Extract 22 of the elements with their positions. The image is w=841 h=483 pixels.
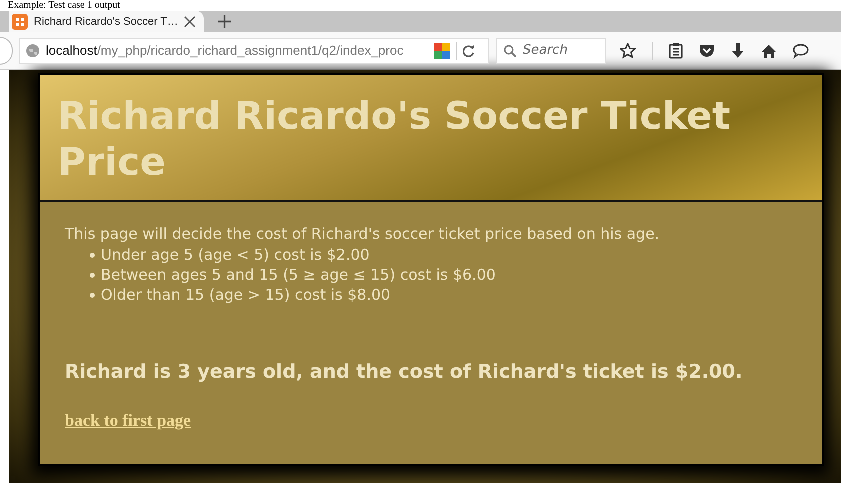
price-item: Under age 5 (age < 5) cost is $2.00 bbox=[90, 245, 797, 265]
clipboard-icon[interactable] bbox=[669, 42, 683, 58]
home-icon[interactable] bbox=[761, 44, 777, 58]
speech-bubble-icon[interactable] bbox=[793, 42, 809, 58]
new-tab-button[interactable]: + bbox=[204, 11, 246, 32]
url-text: localhost/my_php/ricardo_richard_assignment1/q2/index_proc bbox=[46, 43, 405, 58]
search-icon[interactable] bbox=[504, 44, 517, 58]
price-item: Between ages 5 and 15 (5 ≥ age ≤ 15) cost is $6.00 bbox=[90, 265, 797, 285]
caption-text: Example: Test case 1 output bbox=[7, 0, 122, 11]
result-text: Richard is 3 years old, and the cost of Richard's ticket is $2.00. bbox=[65, 360, 744, 385]
colored-squares-icon[interactable] bbox=[434, 42, 450, 58]
close-icon[interactable] bbox=[184, 16, 196, 28]
address-bar[interactable]: localhost/my_php/ricardo_richard_assignment1/q2/index_proc bbox=[19, 38, 489, 64]
star-icon[interactable] bbox=[620, 42, 636, 58]
app-icon[interactable] bbox=[12, 14, 28, 30]
browser-tab[interactable]: Richard Ricardo's Soccer T… bbox=[9, 11, 204, 32]
download-icon[interactable] bbox=[731, 42, 745, 58]
reload-icon[interactable] bbox=[463, 44, 475, 56]
search-field[interactable]: Search bbox=[496, 38, 606, 64]
price-item: Older than 15 (age > 15) cost is $8.00 bbox=[90, 285, 797, 305]
page-title: Richard Ricardo's Soccer Ticket Price bbox=[58, 93, 732, 185]
intro-text: This page will decide the cost of Richard's soccer ticket price based on his age. bbox=[65, 224, 661, 245]
